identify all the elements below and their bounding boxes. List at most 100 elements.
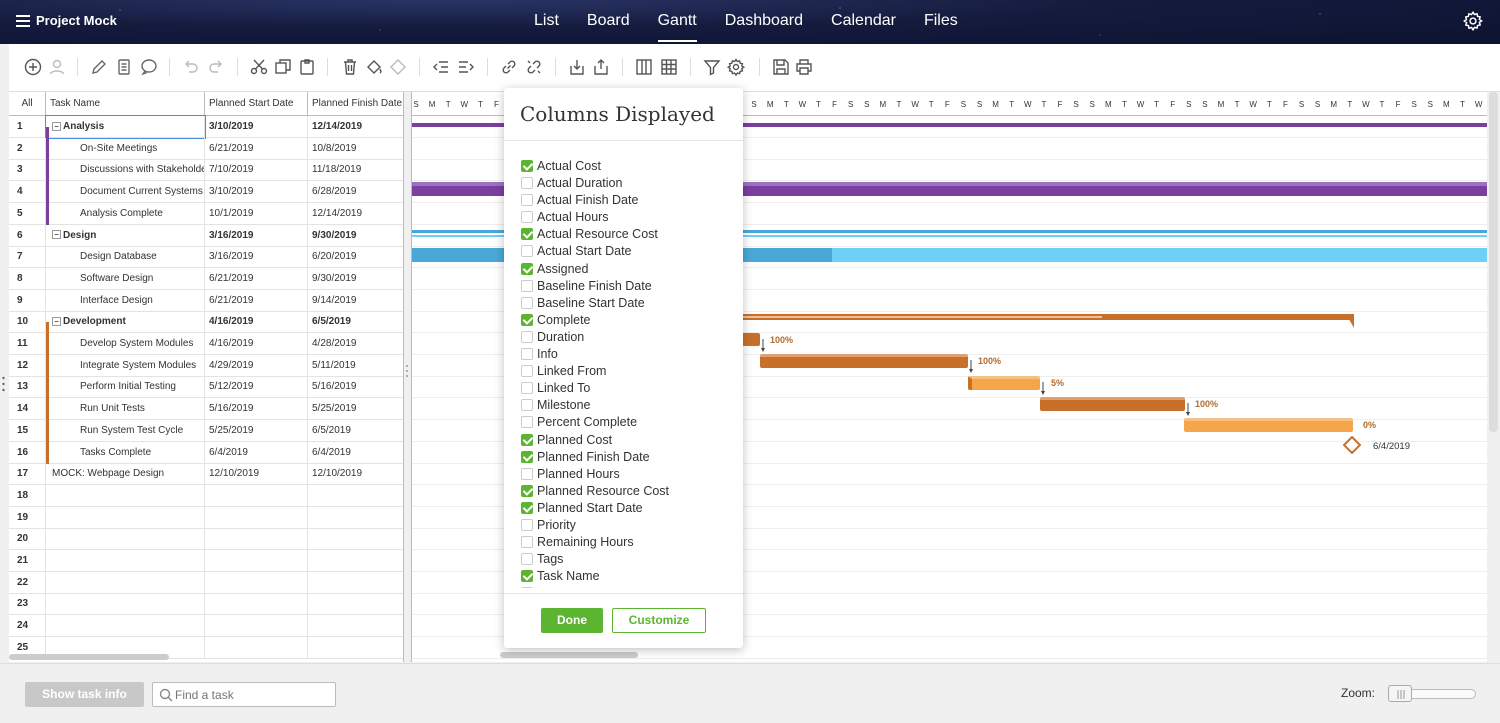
menu-icon[interactable]: [16, 15, 30, 27]
planned-finish-cell[interactable]: 6/28/2019: [308, 181, 403, 203]
checkbox[interactable]: [521, 177, 533, 190]
planned-finish-cell[interactable]: 11/18/2019: [308, 159, 403, 181]
planned-finish-cell[interactable]: [308, 615, 403, 637]
planned-start-cell[interactable]: 5/25/2019: [205, 419, 308, 442]
link-icon[interactable]: [499, 57, 519, 77]
table-row[interactable]: 17 MOCK: Webpage Design 12/10/2019 12/10/20…: [9, 463, 403, 486]
copy-icon[interactable]: [273, 57, 293, 77]
column-option[interactable]: Actual Duration: [521, 175, 736, 192]
column-option[interactable]: Complete: [521, 312, 736, 329]
column-option[interactable]: Tags: [521, 551, 736, 568]
table-row[interactable]: 24: [9, 615, 403, 638]
column-option[interactable]: Actual Hours: [521, 209, 736, 226]
checkbox[interactable]: [521, 501, 533, 514]
task-name-cell[interactable]: Integrate System Modules: [46, 354, 205, 377]
planned-start-cell[interactable]: 4/16/2019: [205, 311, 308, 334]
done-button[interactable]: Done: [541, 608, 603, 633]
notes-icon[interactable]: [114, 57, 134, 77]
planned-finish-cell[interactable]: 6/20/2019: [308, 246, 403, 268]
table-row[interactable]: 1− Analysis 3/10/2019 12/14/2019: [9, 115, 403, 139]
checkbox[interactable]: [521, 194, 533, 207]
planned-finish-cell[interactable]: 4/28/2019: [308, 333, 403, 355]
filter-icon[interactable]: [702, 57, 722, 77]
checkbox[interactable]: [521, 570, 533, 583]
header-all[interactable]: All: [9, 92, 46, 116]
column-option[interactable]: Baseline Finish Date: [521, 278, 736, 295]
task-name-cell[interactable]: Develop System Modules: [46, 333, 205, 355]
planned-finish-cell[interactable]: 12/14/2019: [308, 116, 403, 138]
find-task-input[interactable]: [175, 686, 330, 704]
planned-finish-cell[interactable]: 5/11/2019: [308, 355, 403, 377]
planned-start-cell[interactable]: 4/29/2019: [205, 354, 308, 377]
planned-finish-cell[interactable]: 10/8/2019: [308, 138, 403, 160]
checkbox[interactable]: [521, 296, 533, 309]
cut-icon[interactable]: [249, 57, 269, 77]
planned-finish-cell[interactable]: [308, 507, 403, 529]
task-name-cell[interactable]: [46, 484, 205, 507]
planned-start-cell[interactable]: [205, 593, 308, 616]
task-name-cell[interactable]: Analysis Complete: [46, 202, 205, 225]
planned-finish-cell[interactable]: [308, 572, 403, 594]
export-icon[interactable]: [591, 57, 611, 77]
table-row[interactable]: 6− Design 3/16/2019 9/30/2019: [9, 224, 403, 247]
gantt-bar-run-unit-tests[interactable]: [1040, 397, 1185, 411]
table-row[interactable]: 8 Software Design 6/21/2019 9/30/2019: [9, 267, 403, 290]
planned-start-cell[interactable]: 6/21/2019: [205, 289, 308, 312]
column-option[interactable]: Actual Finish Date: [521, 192, 736, 209]
planned-finish-cell[interactable]: [308, 485, 403, 507]
splitter-handle[interactable]: [405, 364, 409, 378]
planned-finish-cell[interactable]: 6/5/2019: [308, 311, 403, 333]
grid-horizontal-scrollbar[interactable]: [9, 654, 169, 660]
gantt-bar-develop-system-modules[interactable]: [742, 333, 760, 346]
table-row[interactable]: 7 Design Database 3/16/2019 6/20/2019: [9, 246, 403, 269]
table-row[interactable]: 22: [9, 571, 403, 594]
task-name-cell[interactable]: Run Unit Tests: [46, 398, 205, 421]
print-icon[interactable]: [794, 57, 814, 77]
checkbox[interactable]: [521, 416, 533, 429]
task-name-cell[interactable]: On-Site Meetings: [46, 137, 205, 160]
column-option[interactable]: WBS: [521, 585, 736, 588]
save-icon[interactable]: [771, 57, 791, 77]
table-row[interactable]: 9 Interface Design 6/21/2019 9/14/2019: [9, 289, 403, 312]
planned-finish-cell[interactable]: 6/4/2019: [308, 442, 403, 464]
table-row[interactable]: 13 Perform Initial Testing 5/12/2019 5/16/2…: [9, 376, 403, 399]
outdent-icon[interactable]: [431, 57, 451, 77]
planned-finish-cell[interactable]: 9/30/2019: [308, 268, 403, 290]
show-task-info-button[interactable]: Show task info: [25, 682, 144, 707]
task-name-cell[interactable]: [46, 528, 205, 551]
task-name-cell[interactable]: − Analysis: [45, 115, 206, 139]
checkbox[interactable]: [521, 450, 533, 463]
planned-finish-cell[interactable]: [308, 550, 403, 572]
settings-icon[interactable]: [726, 57, 746, 77]
collapse-toggle-icon[interactable]: −: [52, 317, 61, 327]
column-option[interactable]: Actual Start Date: [521, 243, 736, 260]
checkbox[interactable]: [521, 536, 533, 549]
column-option[interactable]: Planned Cost: [521, 432, 736, 449]
checkbox[interactable]: [521, 382, 533, 395]
planned-finish-cell[interactable]: 6/5/2019: [308, 420, 403, 442]
planned-start-cell[interactable]: [205, 528, 308, 551]
checkbox[interactable]: [521, 399, 533, 412]
planned-finish-cell[interactable]: 12/10/2019: [308, 463, 403, 485]
planned-start-cell[interactable]: 5/12/2019: [205, 376, 308, 399]
indent-icon[interactable]: [456, 57, 476, 77]
column-option[interactable]: Percent Complete: [521, 414, 736, 431]
planned-start-cell[interactable]: 3/16/2019: [205, 224, 308, 247]
planned-finish-cell[interactable]: 9/30/2019: [308, 225, 403, 247]
assign-user-icon[interactable]: [47, 57, 67, 77]
column-option[interactable]: Planned Resource Cost: [521, 483, 736, 500]
tab-list[interactable]: List: [520, 0, 573, 44]
columns-icon[interactable]: [634, 57, 654, 77]
task-name-cell[interactable]: [46, 571, 205, 594]
task-name-cell[interactable]: [46, 615, 205, 638]
task-name-cell[interactable]: Software Design: [46, 267, 205, 290]
task-name-cell[interactable]: MOCK: Webpage Design: [46, 463, 205, 486]
task-name-cell[interactable]: Perform Initial Testing: [46, 376, 205, 399]
fill-color-icon[interactable]: [364, 57, 384, 77]
header-planned-finish[interactable]: Planned Finish Date: [308, 92, 403, 116]
task-name-cell[interactable]: − Development: [46, 311, 205, 334]
table-row[interactable]: 14 Run Unit Tests 5/16/2019 5/25/2019: [9, 398, 403, 421]
checkbox[interactable]: [521, 228, 533, 241]
planned-start-cell[interactable]: [205, 550, 308, 572]
column-option[interactable]: Task Name: [521, 568, 736, 585]
